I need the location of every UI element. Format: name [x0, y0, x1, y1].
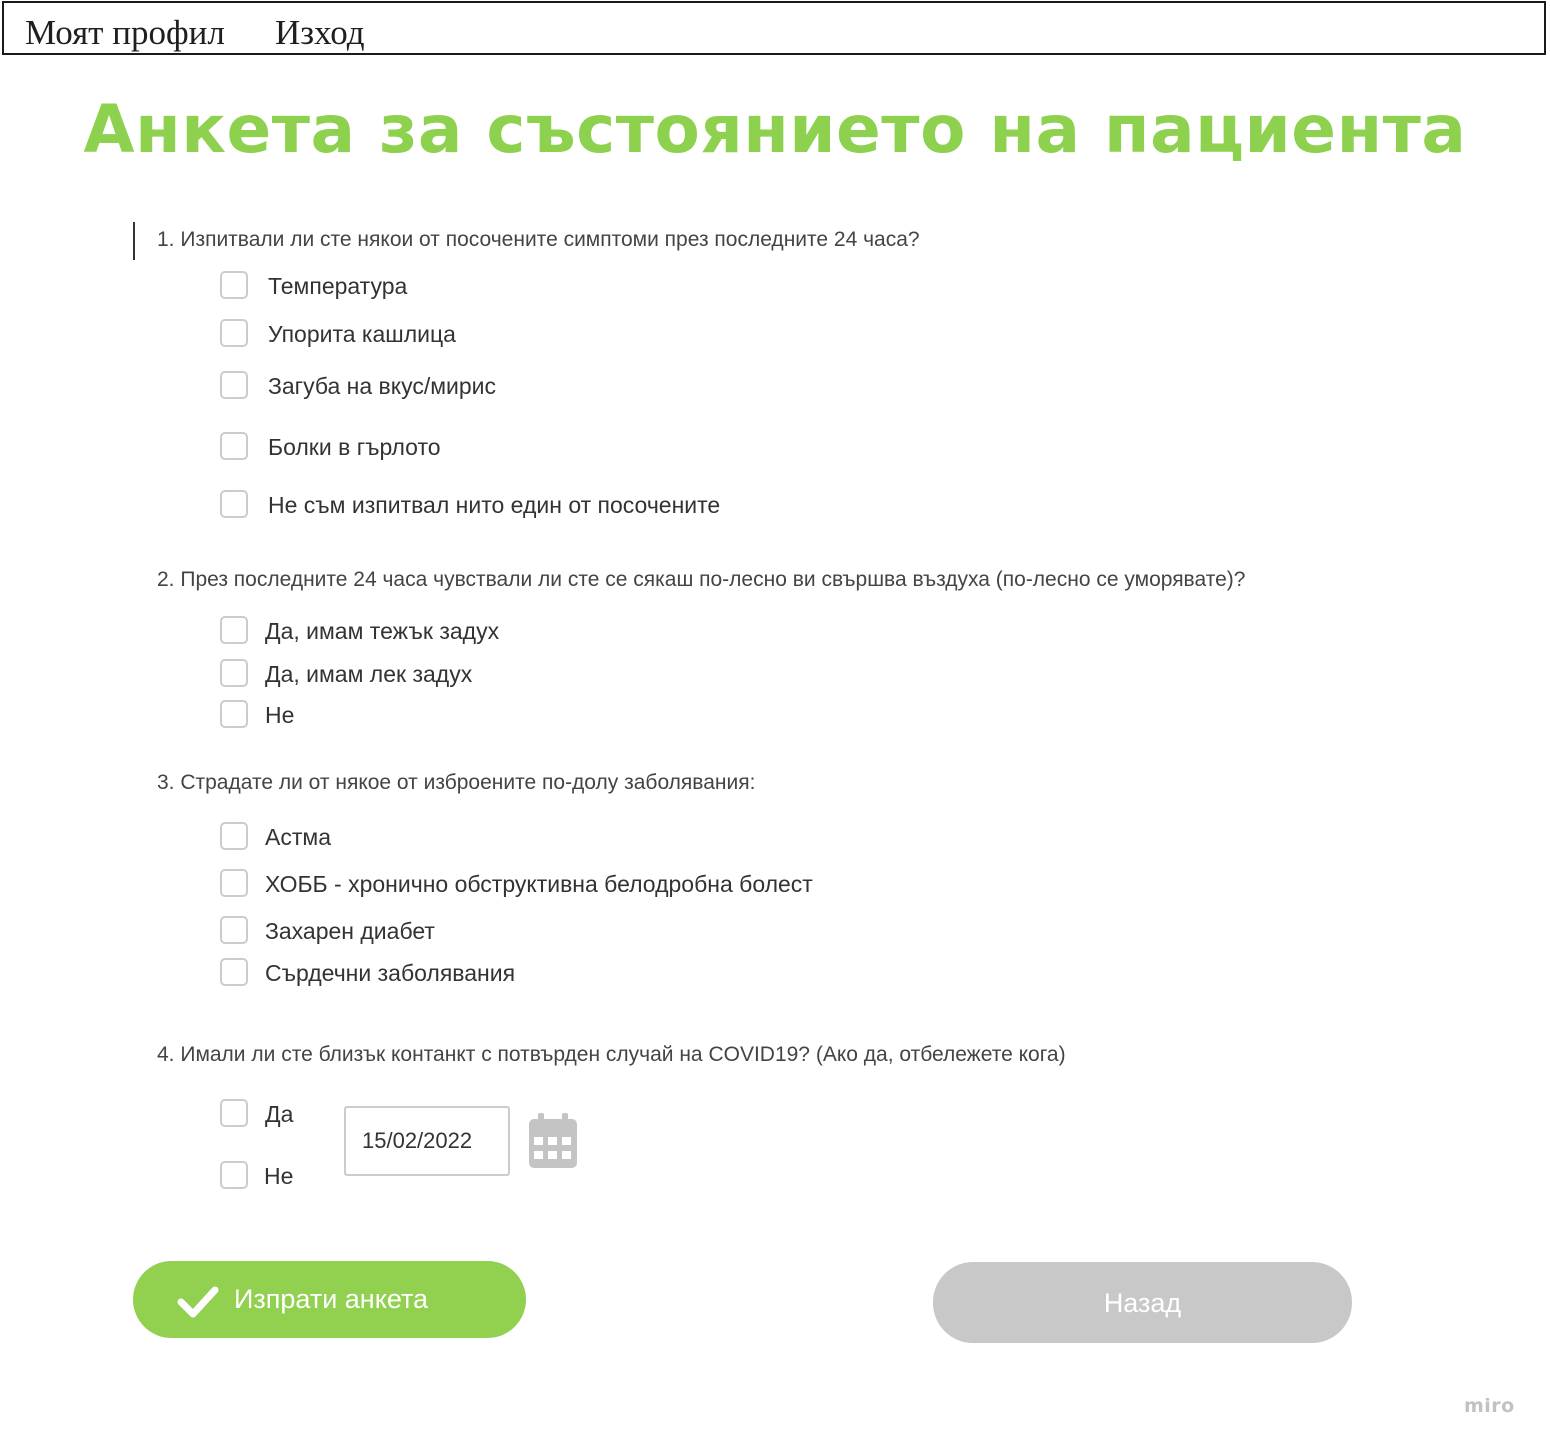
- option-label: Болки в гърлото: [268, 434, 441, 460]
- checkbox[interactable]: [220, 271, 248, 299]
- checkbox[interactable]: [220, 1099, 248, 1127]
- checkbox[interactable]: [220, 432, 248, 460]
- back-button[interactable]: Назад: [933, 1262, 1352, 1343]
- miro-watermark: miro: [1464, 1395, 1515, 1417]
- checkbox[interactable]: [220, 1161, 248, 1189]
- option-label: Астма: [265, 824, 331, 850]
- option-label: Да, имам тежък задух: [265, 618, 500, 644]
- option-label: Не съм изпитвал нито един от посочените: [268, 492, 721, 518]
- checkbox[interactable]: [220, 700, 248, 728]
- option-label: Упорита кашлица: [268, 321, 456, 347]
- checkbox[interactable]: [220, 659, 248, 687]
- option-label: Загуба на вкус/мирис: [268, 373, 497, 399]
- option-label: Сърдечни заболявания: [265, 960, 516, 986]
- checkbox[interactable]: [220, 958, 248, 986]
- checkbox[interactable]: [220, 371, 248, 399]
- checkbox[interactable]: [220, 916, 248, 944]
- text-cursor: [133, 222, 135, 260]
- nav-logout-link[interactable]: Изход: [275, 11, 365, 55]
- option-label: Да: [265, 1101, 294, 1127]
- option-label: Не: [264, 1163, 294, 1189]
- checkbox[interactable]: [220, 319, 248, 347]
- option-label: Не: [265, 702, 295, 728]
- submit-button-label: Изпрати анкета: [234, 1284, 429, 1314]
- submit-survey-button[interactable]: Изпрати анкета: [133, 1261, 526, 1338]
- question-4-text: 4. Имали ли сте близък контанкт с потвър…: [157, 1043, 1066, 1066]
- option-label: Захарен диабет: [265, 918, 435, 944]
- contact-date-input[interactable]: [344, 1106, 510, 1176]
- calendar-icon[interactable]: [528, 1113, 578, 1169]
- question-2-text: 2. През последните 24 часа чувствали ли …: [157, 568, 1246, 591]
- checkbox[interactable]: [220, 616, 248, 644]
- checkbox[interactable]: [220, 822, 248, 850]
- page-title: Анкета за състоянието на пациента: [83, 91, 1467, 168]
- question-3-text: 3. Страдате ли от някое от изброените по…: [157, 771, 756, 794]
- question-1-text: 1. Изпитвали ли сте някои от посочените …: [157, 228, 920, 251]
- nav-my-profile-link[interactable]: Моят профил: [25, 11, 225, 55]
- checkbox[interactable]: [220, 490, 248, 518]
- check-icon: [177, 1286, 219, 1318]
- option-label: ХОББ - хронично обструктивна белодробна …: [265, 871, 813, 897]
- option-label: Да, имам лек задух: [265, 661, 473, 687]
- top-nav-bar: Моят профил Изход: [2, 1, 1546, 55]
- option-label: Температура: [268, 273, 408, 299]
- back-button-label: Назад: [1103, 1288, 1182, 1318]
- checkbox[interactable]: [220, 869, 248, 897]
